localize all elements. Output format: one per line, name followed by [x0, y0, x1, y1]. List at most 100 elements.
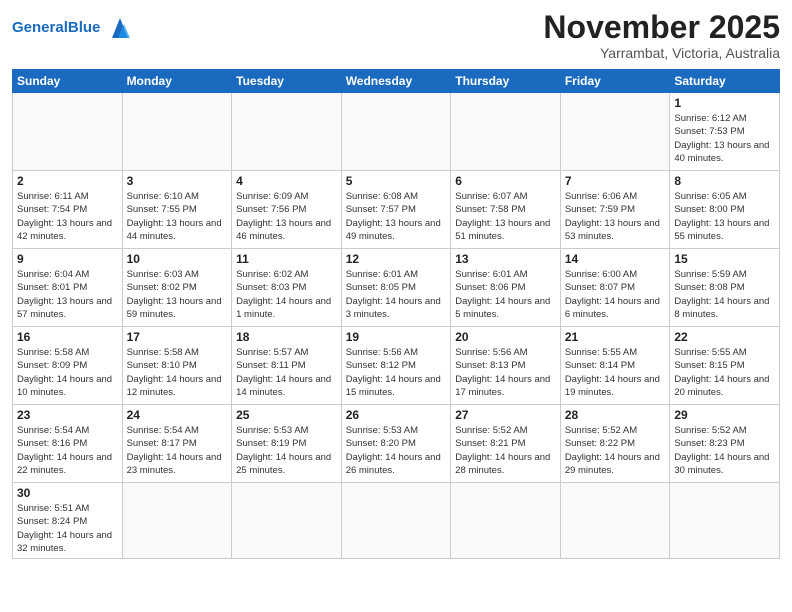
title-block: November 2025 Yarrambat, Victoria, Austr…	[543, 10, 780, 61]
sun-info: Sunrise: 6:07 AMSunset: 7:58 PMDaylight:…	[455, 190, 556, 243]
day-number: 11	[236, 252, 337, 266]
day-number: 15	[674, 252, 775, 266]
day-number: 22	[674, 330, 775, 344]
table-row	[560, 93, 670, 171]
day-number: 9	[17, 252, 118, 266]
table-row: 25 Sunrise: 5:53 AMSunset: 8:19 PMDayligh…	[232, 405, 342, 483]
day-number: 8	[674, 174, 775, 188]
sun-info: Sunrise: 5:52 AMSunset: 8:21 PMDaylight:…	[455, 424, 556, 477]
table-row	[232, 93, 342, 171]
sun-info: Sunrise: 5:53 AMSunset: 8:19 PMDaylight:…	[236, 424, 337, 477]
day-number: 23	[17, 408, 118, 422]
sun-info: Sunrise: 6:08 AMSunset: 7:57 PMDaylight:…	[346, 190, 447, 243]
sun-info: Sunrise: 5:56 AMSunset: 8:12 PMDaylight:…	[346, 346, 447, 399]
day-number: 10	[127, 252, 228, 266]
table-row: 7 Sunrise: 6:06 AMSunset: 7:59 PMDaylight…	[560, 171, 670, 249]
sun-info: Sunrise: 5:54 AMSunset: 8:16 PMDaylight:…	[17, 424, 118, 477]
table-row	[670, 483, 780, 559]
table-row: 16 Sunrise: 5:58 AMSunset: 8:09 PMDayligh…	[13, 327, 123, 405]
table-row	[451, 483, 561, 559]
page: GeneralBlue November 2025 Yarrambat, Vic…	[0, 0, 792, 612]
table-row: 11Sunrise: 6:02 AMSunset: 8:03 PMDayligh…	[232, 249, 342, 327]
table-row	[451, 93, 561, 171]
table-row: 21 Sunrise: 5:55 AMSunset: 8:14 PMDayligh…	[560, 327, 670, 405]
table-row: 24 Sunrise: 5:54 AMSunset: 8:17 PMDayligh…	[122, 405, 232, 483]
table-row	[232, 483, 342, 559]
day-number: 7	[565, 174, 666, 188]
day-number: 12	[346, 252, 447, 266]
table-row: 6 Sunrise: 6:07 AMSunset: 7:58 PMDaylight…	[451, 171, 561, 249]
day-number: 4	[236, 174, 337, 188]
table-row	[341, 93, 451, 171]
table-row: 13Sunrise: 6:01 AMSunset: 8:06 PMDayligh…	[451, 249, 561, 327]
day-number: 17	[127, 330, 228, 344]
table-row	[560, 483, 670, 559]
header: GeneralBlue November 2025 Yarrambat, Vic…	[12, 10, 780, 61]
sun-info: Sunrise: 6:03 AMSunset: 8:02 PMDaylight:…	[127, 268, 228, 321]
day-number: 16	[17, 330, 118, 344]
day-number: 24	[127, 408, 228, 422]
table-row: 18 Sunrise: 5:57 AMSunset: 8:11 PMDayligh…	[232, 327, 342, 405]
sun-info: Sunrise: 6:09 AMSunset: 7:56 PMDaylight:…	[236, 190, 337, 243]
table-row: 2Sunrise: 6:11 AMSunset: 7:54 PMDaylight…	[13, 171, 123, 249]
day-number: 6	[455, 174, 556, 188]
table-row: 20Sunrise: 5:56 AMSunset: 8:13 PMDayligh…	[451, 327, 561, 405]
sun-info: Sunrise: 5:52 AMSunset: 8:22 PMDaylight:…	[565, 424, 666, 477]
sun-info: Sunrise: 6:06 AMSunset: 7:59 PMDaylight:…	[565, 190, 666, 243]
col-wednesday: Wednesday	[341, 70, 451, 93]
sun-info: Sunrise: 5:58 AMSunset: 8:10 PMDaylight:…	[127, 346, 228, 399]
logo-general: General	[12, 19, 68, 36]
table-row: 4 Sunrise: 6:09 AMSunset: 7:56 PMDaylight…	[232, 171, 342, 249]
table-row: 3Sunrise: 6:10 AMSunset: 7:55 PMDaylight…	[122, 171, 232, 249]
table-row	[341, 483, 451, 559]
col-tuesday: Tuesday	[232, 70, 342, 93]
day-number: 1	[674, 96, 775, 110]
col-sunday: Sunday	[13, 70, 123, 93]
sun-info: Sunrise: 5:57 AMSunset: 8:11 PMDaylight:…	[236, 346, 337, 399]
day-number: 25	[236, 408, 337, 422]
day-number: 28	[565, 408, 666, 422]
col-thursday: Thursday	[451, 70, 561, 93]
sun-info: Sunrise: 6:11 AMSunset: 7:54 PMDaylight:…	[17, 190, 118, 243]
table-row	[13, 93, 123, 171]
logo-blue: Blue	[68, 19, 101, 36]
sun-info: Sunrise: 5:51 AMSunset: 8:24 PMDaylight:…	[17, 502, 118, 555]
day-number: 5	[346, 174, 447, 188]
logo-text: GeneralBlue	[12, 20, 100, 37]
day-number: 13	[455, 252, 556, 266]
col-saturday: Saturday	[670, 70, 780, 93]
sun-info: Sunrise: 5:55 AMSunset: 8:15 PMDaylight:…	[674, 346, 775, 399]
sun-info: Sunrise: 5:54 AMSunset: 8:17 PMDaylight:…	[127, 424, 228, 477]
table-row: 19Sunrise: 5:56 AMSunset: 8:12 PMDayligh…	[341, 327, 451, 405]
table-row: 15 Sunrise: 5:59 AMSunset: 8:08 PMDayligh…	[670, 249, 780, 327]
day-number: 26	[346, 408, 447, 422]
sun-info: Sunrise: 5:53 AMSunset: 8:20 PMDaylight:…	[346, 424, 447, 477]
day-number: 30	[17, 486, 118, 500]
day-number: 21	[565, 330, 666, 344]
table-row: 30 Sunrise: 5:51 AMSunset: 8:24 PMDayligh…	[13, 483, 123, 559]
day-number: 20	[455, 330, 556, 344]
table-row: 10 Sunrise: 6:03 AMSunset: 8:02 PMDayligh…	[122, 249, 232, 327]
day-number: 27	[455, 408, 556, 422]
sun-info: Sunrise: 6:04 AMSunset: 8:01 PMDaylight:…	[17, 268, 118, 321]
sun-info: Sunrise: 5:58 AMSunset: 8:09 PMDaylight:…	[17, 346, 118, 399]
sun-info: Sunrise: 5:52 AMSunset: 8:23 PMDaylight:…	[674, 424, 775, 477]
day-number: 3	[127, 174, 228, 188]
sun-info: Sunrise: 5:59 AMSunset: 8:08 PMDaylight:…	[674, 268, 775, 321]
location: Yarrambat, Victoria, Australia	[543, 45, 780, 61]
table-row	[122, 483, 232, 559]
table-row: 9 Sunrise: 6:04 AMSunset: 8:01 PMDaylight…	[13, 249, 123, 327]
sun-info: Sunrise: 6:01 AMSunset: 8:05 PMDaylight:…	[346, 268, 447, 321]
table-row: 1Sunrise: 6:12 AMSunset: 7:53 PMDaylight…	[670, 93, 780, 171]
table-row: 26 Sunrise: 5:53 AMSunset: 8:20 PMDayligh…	[341, 405, 451, 483]
calendar-table: Sunday Monday Tuesday Wednesday Thursday…	[12, 69, 780, 559]
day-number: 18	[236, 330, 337, 344]
table-row: 23 Sunrise: 5:54 AMSunset: 8:16 PMDayligh…	[13, 405, 123, 483]
table-row: 5 Sunrise: 6:08 AMSunset: 7:57 PMDaylight…	[341, 171, 451, 249]
sun-info: Sunrise: 5:55 AMSunset: 8:14 PMDaylight:…	[565, 346, 666, 399]
col-friday: Friday	[560, 70, 670, 93]
table-row: 22 Sunrise: 5:55 AMSunset: 8:15 PMDayligh…	[670, 327, 780, 405]
table-row: 8Sunrise: 6:05 AMSunset: 8:00 PMDaylight…	[670, 171, 780, 249]
table-row: 17 Sunrise: 5:58 AMSunset: 8:10 PMDayligh…	[122, 327, 232, 405]
calendar-header-row: Sunday Monday Tuesday Wednesday Thursday…	[13, 70, 780, 93]
